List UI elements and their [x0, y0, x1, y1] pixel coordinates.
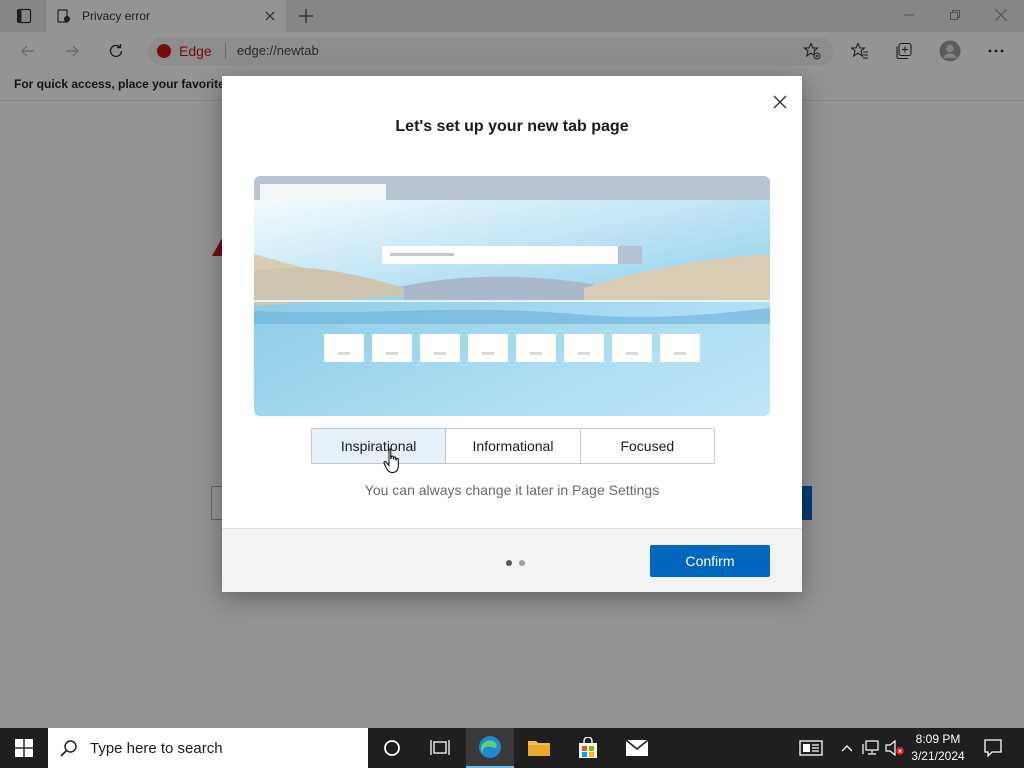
news-icon: [799, 740, 823, 756]
dialog-close-button[interactable]: [766, 88, 794, 116]
confirm-button[interactable]: Confirm: [650, 545, 770, 577]
clock-date: 3/21/2024: [911, 749, 965, 763]
mail-icon: [625, 739, 649, 756]
dialog-title: Let's set up your new tab page: [395, 118, 629, 135]
new-tab-setup-dialog: Let's set up your new tab page Inspirati…: [222, 76, 802, 592]
chevron-up-icon: [841, 745, 853, 752]
start-button[interactable]: [0, 728, 48, 768]
hand-cursor-icon: [383, 448, 403, 474]
store-bag-icon: [579, 737, 597, 758]
layout-preview-image: [254, 176, 770, 416]
taskbar-search-box[interactable]: Type here to search: [48, 728, 368, 768]
edge-browser-icon: [479, 736, 501, 758]
volume-button[interactable]: [884, 728, 906, 768]
task-view-button[interactable]: [416, 728, 464, 768]
action-center-button[interactable]: [978, 728, 1008, 768]
option-focused[interactable]: Focused: [579, 429, 714, 463]
taskbar-clock[interactable]: 8:09 PM 3/21/2024: [906, 731, 970, 765]
notification-icon: [984, 739, 1002, 757]
option-inspirational[interactable]: Inspirational: [312, 429, 446, 463]
page-indicator: [506, 560, 525, 566]
page-dot-2: [519, 560, 525, 566]
taskbar-file-explorer-button[interactable]: [515, 728, 563, 768]
layout-option-group: Inspirational Informational Focused: [311, 428, 715, 464]
close-icon: [773, 95, 787, 109]
network-icon: [862, 740, 879, 755]
taskbar-edge-button[interactable]: [466, 728, 514, 768]
taskbar-store-button[interactable]: [564, 728, 612, 768]
cortana-button[interactable]: [368, 728, 416, 768]
windows-logo-icon: [15, 739, 33, 757]
news-widget-button[interactable]: [796, 728, 826, 768]
folder-icon: [528, 741, 550, 756]
option-informational[interactable]: Informational: [445, 429, 580, 463]
search-icon: [60, 740, 77, 757]
task-view-icon: [430, 740, 450, 755]
settings-hint: You can always change it later in Page S…: [364, 482, 660, 498]
taskbar-mail-button[interactable]: [613, 728, 661, 768]
page-dot-1: [506, 560, 512, 566]
cortana-icon: [384, 740, 400, 756]
clock-time: 8:09 PM: [915, 732, 961, 746]
show-hidden-icons-button[interactable]: [838, 728, 856, 768]
search-placeholder: Type here to search: [90, 739, 223, 757]
volume-muted-icon: [885, 740, 904, 756]
network-button[interactable]: [860, 728, 882, 768]
